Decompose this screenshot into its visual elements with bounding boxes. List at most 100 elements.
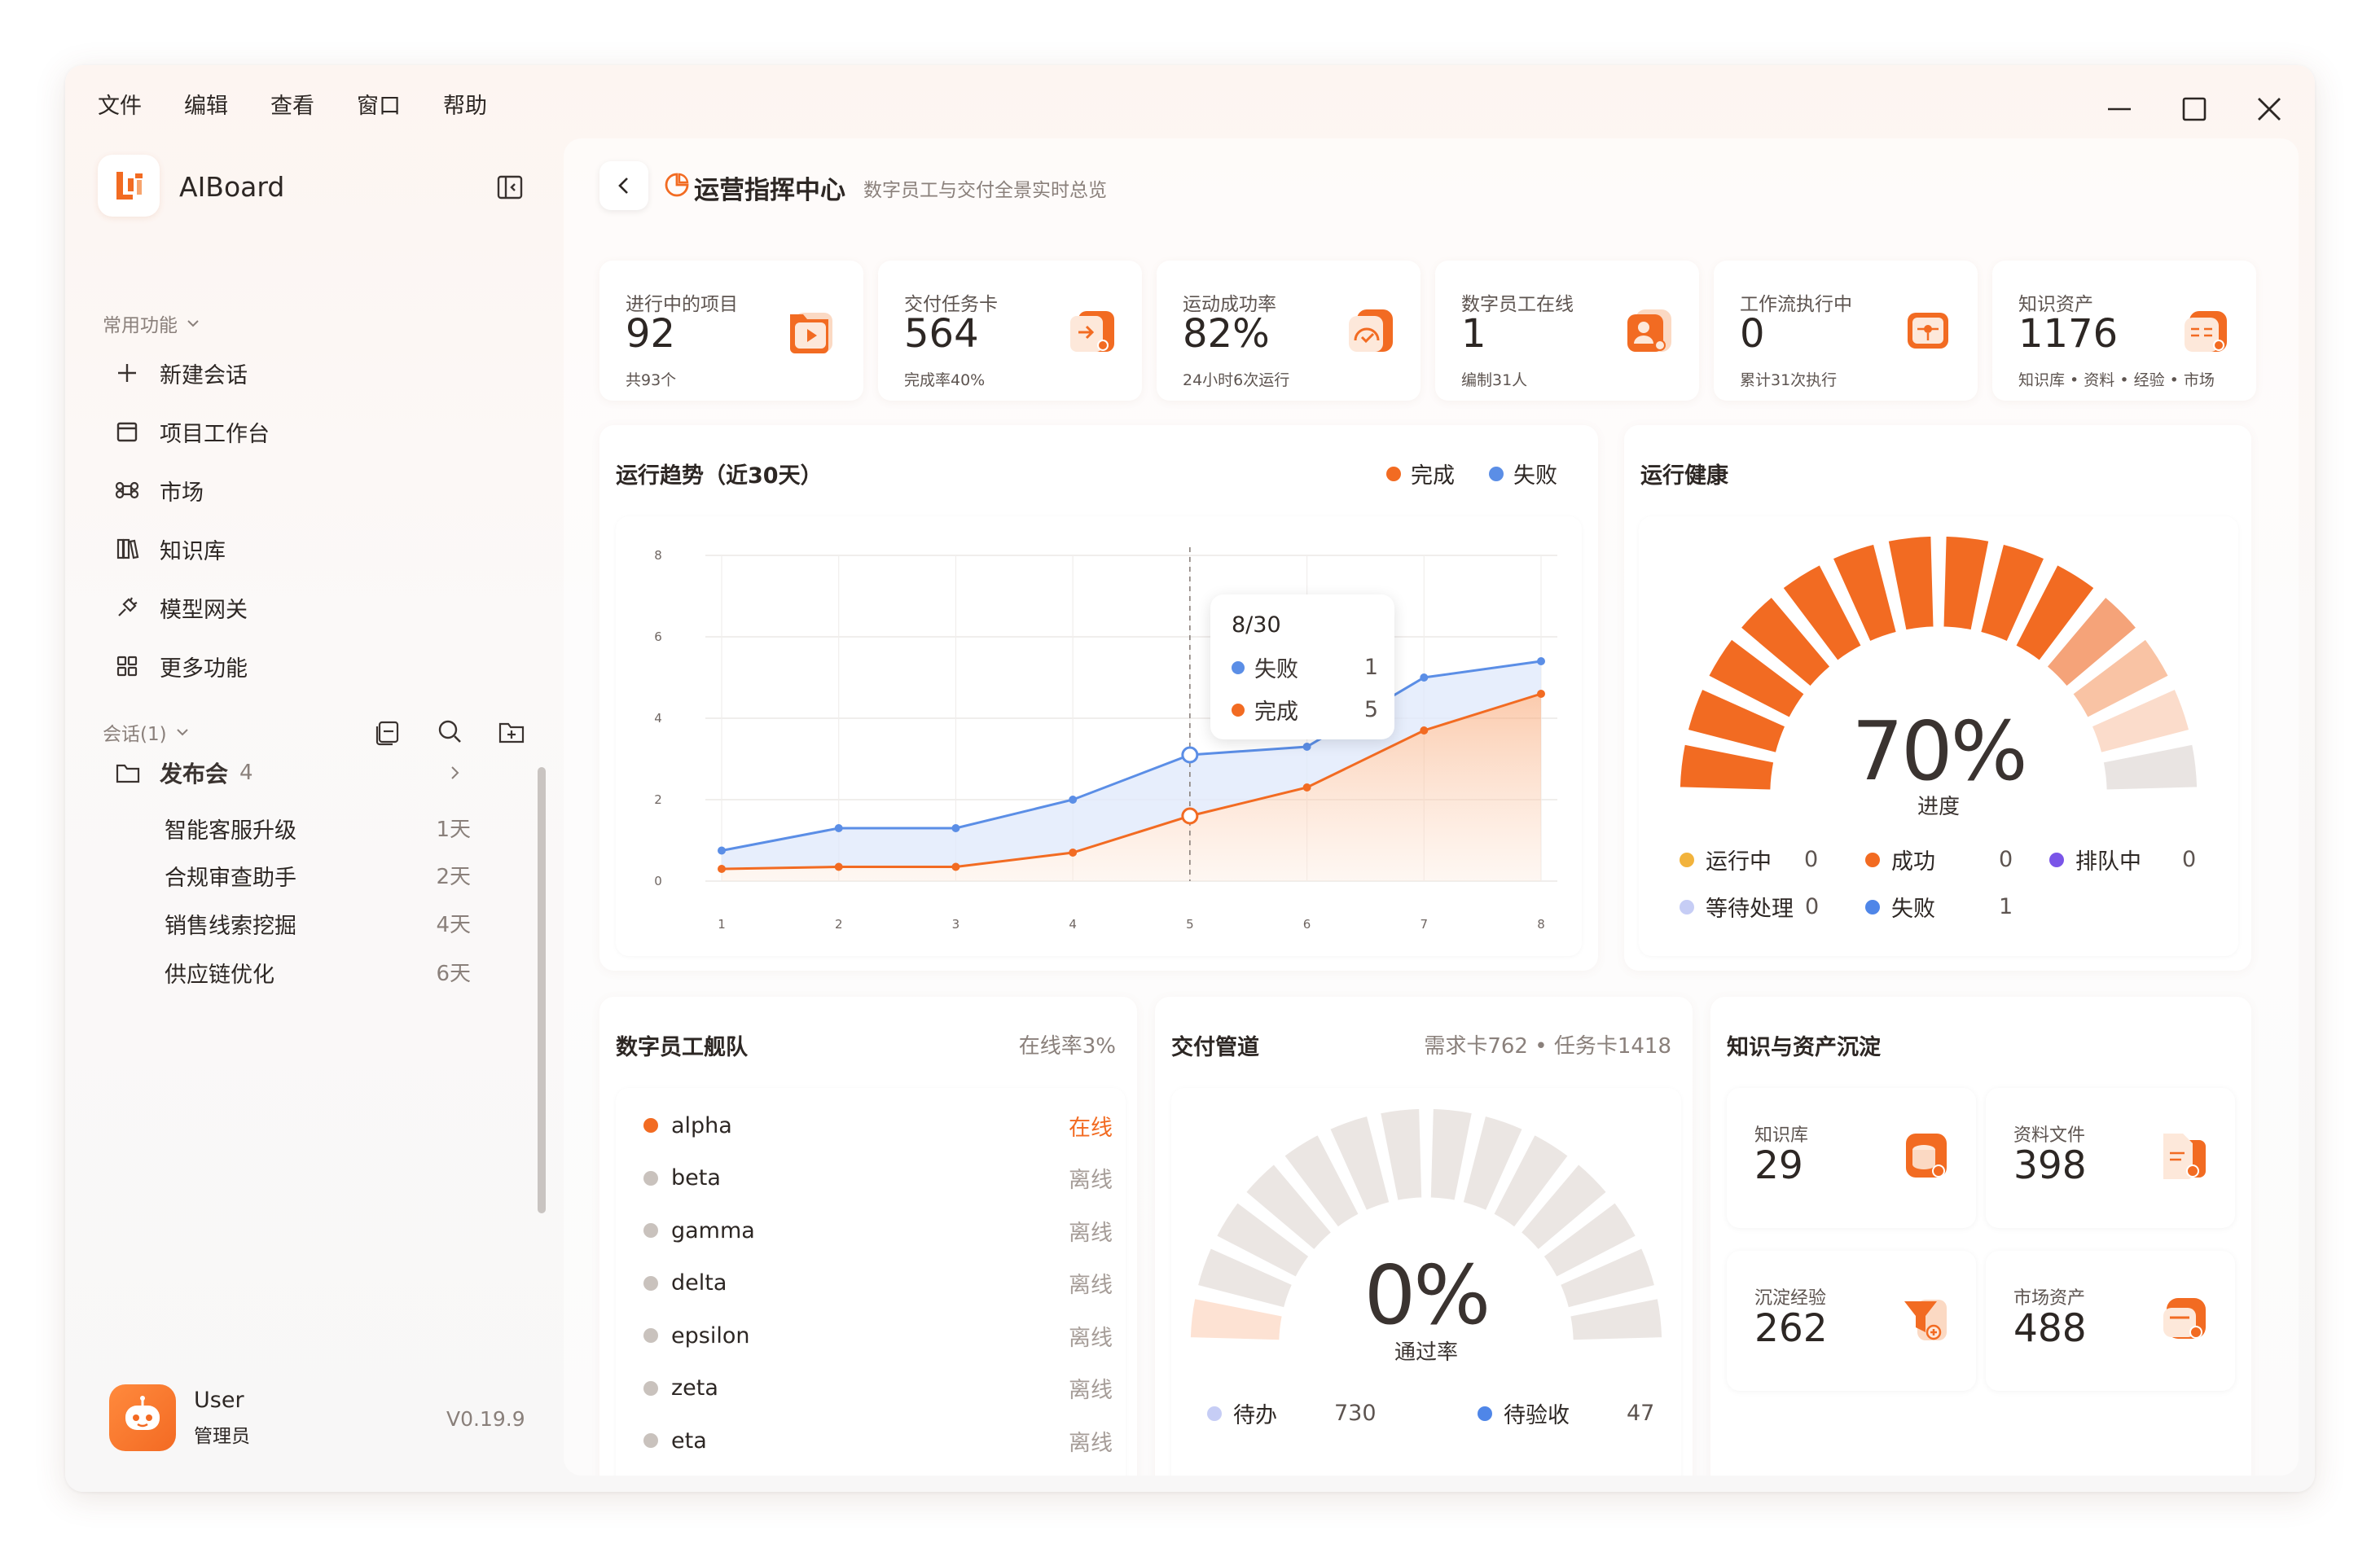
pie-chart-icon xyxy=(665,173,689,197)
knowledge-card-kb[interactable]: 知识库 29 xyxy=(1727,1088,1976,1228)
health-legend-pending: 等待处理 0 xyxy=(1680,891,1819,923)
plug-icon xyxy=(118,597,138,616)
user-avatar[interactable] xyxy=(109,1384,176,1451)
nav-new-session[interactable]: 新建会话 xyxy=(114,350,248,396)
nav-label: 项目工作台 xyxy=(160,421,270,447)
session-item[interactable]: 销售线索挖掘 4天 xyxy=(165,908,471,940)
stat-card-knowledge-assets[interactable]: 知识资产 1176 知识库 • 资料 • 经验 • 市场 xyxy=(1992,261,2256,401)
stat-value: 92 xyxy=(626,311,676,357)
legend-dot xyxy=(1865,852,1880,867)
close-button[interactable] xyxy=(2245,85,2294,134)
legend-fail[interactable]: 失败 xyxy=(1489,458,1557,489)
tooltip-dot xyxy=(1232,703,1245,717)
fleet-panel: 数字员工舰队 在线率3% alpha 在线 beta 离线 gamma 离线 delta 离线… xyxy=(599,997,1137,1476)
fleet-member-zeta[interactable]: zeta 离线 xyxy=(643,1371,1113,1406)
stat-card-workflows[interactable]: 工作流执行中 0 累计31次执行 xyxy=(1714,261,1978,401)
grid-icon xyxy=(116,656,138,677)
legend-value: 730 xyxy=(1334,1401,1377,1426)
user-badge-icon xyxy=(1627,309,1671,352)
legend-done[interactable]: 完成 xyxy=(1386,458,1455,489)
chevron-down-icon xyxy=(176,729,188,736)
sidebar-scrollbar[interactable] xyxy=(538,767,546,1213)
stat-card-projects[interactable]: 进行中的项目 92 共93个 xyxy=(599,261,863,401)
tooltip-fail-label: 失败 xyxy=(1254,657,1298,682)
new-folder-icon[interactable] xyxy=(495,715,528,748)
pipeline-panel: 交付管道 需求卡762 • 任务卡1418 0% 通过率 待办 730 待验收 … xyxy=(1155,997,1693,1476)
stat-card-task-cards[interactable]: 交付任务卡 564 完成率40% xyxy=(878,261,1142,401)
trend-chart[interactable]: 0 2 4 6 8 1 2 3 4 5 6 7 8 xyxy=(616,516,1582,956)
legend-value: 0 xyxy=(1804,847,1819,872)
stat-value: 82% xyxy=(1183,311,1270,357)
y-tick-label: 2 xyxy=(654,792,662,807)
fleet-member-beta[interactable]: beta 离线 xyxy=(643,1160,1113,1196)
nav-project-workbench[interactable]: 项目工作台 xyxy=(114,409,270,454)
fleet-member-gamma[interactable]: gamma 离线 xyxy=(643,1213,1113,1248)
health-panel: 运行健康 70% 进度 运行中 0 成功 0 排队中 0 等待处理 0 失败 1 xyxy=(1624,425,2251,971)
fleet-member-alpha[interactable]: alpha 在线 xyxy=(643,1107,1113,1143)
y-tick-label: 4 xyxy=(654,711,662,726)
menu-window[interactable]: 窗口 xyxy=(357,86,443,127)
calendar-icon xyxy=(116,422,138,442)
fleet-member-status: 离线 xyxy=(1069,1220,1113,1246)
menu-help[interactable]: 帮助 xyxy=(443,86,529,127)
health-title: 运行健康 xyxy=(1640,463,1728,489)
fleet-member-name: beta xyxy=(671,1165,721,1191)
health-gauge-container: 70% 进度 运行中 0 成功 0 排队中 0 等待处理 0 失败 1 xyxy=(1639,516,2238,956)
fleet-member-epsilon[interactable]: epsilon 离线 xyxy=(643,1318,1113,1353)
health-percent: 70% xyxy=(1851,704,2027,799)
nav-more-features[interactable]: 更多功能 xyxy=(114,643,248,689)
fleet-member-eta[interactable]: eta 离线 xyxy=(643,1423,1113,1458)
pipeline-legend-todo: 待办 730 xyxy=(1207,1397,1377,1429)
back-button[interactable] xyxy=(599,161,648,210)
offline-dot xyxy=(643,1433,658,1448)
offline-dot xyxy=(643,1275,658,1291)
menu-file[interactable]: 文件 xyxy=(98,86,184,127)
legend-dot xyxy=(1478,1406,1492,1421)
tooltip-fail-row: 失败 1 xyxy=(1232,651,1378,683)
menu-edit[interactable]: 编辑 xyxy=(184,86,270,127)
fleet-member-delta[interactable]: delta 离线 xyxy=(643,1265,1113,1301)
knowledge-card-market-assets[interactable]: 市场资产 488 xyxy=(1986,1251,2235,1391)
maximize-icon xyxy=(2182,97,2207,121)
fleet-member-status: 离线 xyxy=(1069,1168,1113,1193)
session-item[interactable]: 合规审查助手 2天 xyxy=(165,860,471,892)
search-icon[interactable] xyxy=(433,715,466,748)
tooltip-done-row: 完成 5 xyxy=(1232,694,1378,726)
done-point xyxy=(1069,849,1078,857)
minimize-button[interactable] xyxy=(2095,85,2144,134)
fail-point xyxy=(1181,746,1199,764)
common-features-toggle[interactable]: 常用功能 xyxy=(103,309,202,337)
maximize-button[interactable] xyxy=(2170,85,2219,134)
plus-icon xyxy=(118,364,136,382)
menu-view[interactable]: 查看 xyxy=(270,86,357,127)
trend-panel: 运行趋势（近30天） 完成 失败 0 2 4 6 8 1 2 3 4 5 6 7 8 8/30 失败 1 xyxy=(599,425,1598,971)
knowledge-card-experience[interactable]: 沉淀经验 262 xyxy=(1727,1251,1976,1391)
folder-icon xyxy=(116,764,140,783)
stat-sub: 编制31人 xyxy=(1461,371,1528,389)
app-name: AIBoard xyxy=(179,171,285,203)
gauge-check-icon xyxy=(1349,309,1393,352)
session-age: 1天 xyxy=(436,818,471,842)
nav-market[interactable]: 市场 xyxy=(114,467,204,513)
session-item[interactable]: 供应链优化 6天 xyxy=(165,957,471,989)
collapse-sidebar-icon[interactable] xyxy=(495,173,525,202)
mini-value: 29 xyxy=(1754,1143,1803,1188)
x-tick-label: 4 xyxy=(1069,917,1077,932)
session-item[interactable]: 智能客服升级 1天 xyxy=(165,813,471,844)
session-folder[interactable]: 发布会 4 xyxy=(114,752,464,793)
pipeline-percent: 0% xyxy=(1363,1248,1491,1343)
nav-knowledge-base[interactable]: 知识库 xyxy=(114,526,226,572)
sessions-toggle[interactable]: 会话(1) xyxy=(103,718,191,746)
fail-point xyxy=(1420,673,1429,682)
pipeline-title: 交付管道 xyxy=(1171,1035,1259,1060)
stat-card-success-rate[interactable]: 运动成功率 82% 24小时6次运行 xyxy=(1157,261,1421,401)
page-title: 运营指挥中心 xyxy=(694,176,845,205)
stat-card-online-workers[interactable]: 数字员工在线 1 编制31人 xyxy=(1435,261,1699,401)
fail-point xyxy=(951,824,960,832)
x-tick-label: 1 xyxy=(718,917,726,932)
legend-label: 等待处理 xyxy=(1706,897,1794,922)
copy-sessions-icon[interactable] xyxy=(371,715,404,748)
fleet-member-status: 离线 xyxy=(1069,1325,1113,1351)
knowledge-card-files[interactable]: 资料文件 398 xyxy=(1986,1088,2235,1228)
nav-model-gateway[interactable]: 模型网关 xyxy=(114,585,248,630)
